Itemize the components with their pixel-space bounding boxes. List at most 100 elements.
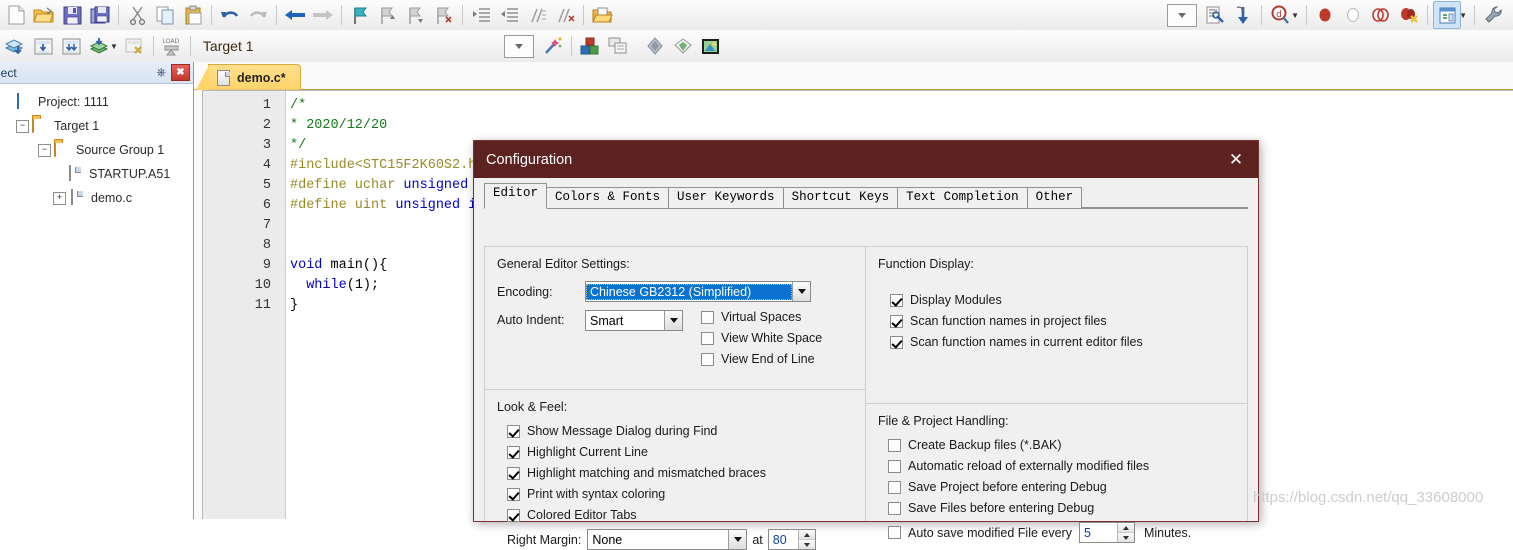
batch-build-icon[interactable] (86, 33, 112, 59)
copy-icon[interactable] (152, 2, 178, 28)
checkbox-auto-save-modified-file[interactable]: Auto save modified File every 5 Minutes. (888, 522, 1247, 543)
stepper-up-icon[interactable] (798, 530, 815, 540)
chevron-down-icon[interactable] (664, 311, 682, 330)
target-options-icon[interactable] (540, 33, 566, 59)
checkbox-save-project-before-debug[interactable]: Save Project before entering Debug (888, 480, 1247, 494)
checkbox-box[interactable] (890, 293, 903, 307)
comment-icon[interactable] (524, 2, 550, 28)
checkbox-highlight-current-line[interactable]: Highlight Current Line (507, 445, 865, 459)
indent-icon[interactable] (468, 2, 494, 28)
auto-indent-dropdown[interactable]: Smart (585, 310, 683, 331)
auto-save-interval-stepper[interactable]: 5 (1078, 522, 1135, 543)
checkbox-box[interactable] (888, 501, 901, 515)
configuration-icon[interactable] (1433, 1, 1462, 29)
cut-icon[interactable] (124, 2, 150, 28)
previous-bookmark-icon[interactable] (375, 2, 401, 28)
checkbox-display-modules[interactable]: Display Modules (890, 293, 1247, 307)
chevron-down-icon[interactable] (792, 282, 810, 301)
tree-item-project[interactable]: Project: 1111 (2, 90, 193, 114)
tab-text-completion[interactable]: Text Completion (897, 187, 1028, 208)
checkbox-colored-editor-tabs[interactable]: Colored Editor Tabs (507, 508, 865, 522)
tab-user-keywords[interactable]: User Keywords (668, 187, 784, 208)
collapse-toggle-icon[interactable]: − (38, 143, 51, 157)
stepper-down-icon[interactable] (1117, 533, 1134, 542)
checkbox-box[interactable] (507, 424, 520, 438)
collapse-toggle-icon[interactable]: − (16, 119, 29, 133)
open-file-icon[interactable] (31, 2, 57, 28)
save-all-icon[interactable] (87, 2, 113, 28)
navigate-forward-icon[interactable] (310, 2, 336, 28)
disable-breakpoint-icon[interactable] (1340, 2, 1366, 28)
stepper-down-icon[interactable] (798, 540, 815, 549)
pack-installer-icon[interactable] (642, 33, 668, 59)
tree-item-demo-c[interactable]: + demo.c (2, 186, 193, 210)
right-margin-dropdown[interactable]: None (587, 529, 748, 550)
tab-shortcut-keys[interactable]: Shortcut Keys (782, 187, 899, 208)
start-debug-icon[interactable] (1202, 2, 1228, 28)
right-margin-column-stepper[interactable]: 80 (767, 529, 816, 550)
disable-all-breakpoints-icon[interactable] (1368, 2, 1394, 28)
options-icon[interactable] (1480, 2, 1506, 28)
paste-icon[interactable] (180, 2, 206, 28)
insert-breakpoint-icon[interactable]: d (1267, 2, 1293, 28)
outdent-icon[interactable] (496, 2, 522, 28)
stepper-buttons[interactable] (797, 530, 815, 549)
checkbox-box[interactable] (507, 508, 520, 522)
download-icon[interactable]: LOAD (159, 33, 185, 59)
kill-all-breakpoints-icon[interactable] (1396, 2, 1422, 28)
translate-icon[interactable] (2, 33, 28, 59)
tab-other[interactable]: Other (1026, 187, 1083, 208)
tab-editor[interactable]: Editor (484, 183, 548, 209)
save-icon[interactable] (59, 2, 85, 28)
checkbox-box[interactable] (890, 335, 903, 349)
checkbox-box[interactable] (701, 310, 714, 324)
next-bookmark-icon[interactable] (403, 2, 429, 28)
build-icon[interactable] (30, 33, 56, 59)
checkbox-create-backup-files[interactable]: Create Backup files (*.BAK) (888, 438, 1247, 452)
breakpoint-icon[interactable] (1312, 2, 1338, 28)
checkbox-box[interactable] (890, 314, 903, 328)
checkbox-scan-function-names-editor[interactable]: Scan function names in current editor fi… (890, 335, 1247, 349)
select-software-packs-icon[interactable] (698, 33, 724, 59)
rebuild-icon[interactable] (58, 33, 84, 59)
checkbox-box[interactable] (888, 438, 901, 452)
tree-item-target[interactable]: − Target 1 (2, 114, 193, 138)
checkbox-save-files-before-debug[interactable]: Save Files before entering Debug (888, 501, 1247, 515)
navigate-back-icon[interactable] (282, 2, 308, 28)
chevron-down-icon[interactable] (728, 530, 747, 549)
encoding-dropdown[interactable]: Chinese GB2312 (Simplified) (585, 281, 811, 302)
toggle-bookmark-icon[interactable] (347, 2, 373, 28)
manage-components-icon[interactable] (577, 33, 603, 59)
stop-build-icon[interactable] (122, 33, 148, 59)
checkbox-box[interactable] (701, 331, 714, 345)
uncomment-icon[interactable] (552, 2, 578, 28)
debug-dropdown[interactable] (1167, 3, 1198, 27)
tree-item-startup-a51[interactable]: STARTUP.A51 (2, 162, 193, 186)
checkbox-box[interactable] (888, 526, 901, 539)
checkbox-view-white-space[interactable]: View White Space (701, 331, 822, 345)
close-icon[interactable]: ✖ (171, 64, 190, 81)
stepper-buttons[interactable] (1116, 523, 1134, 542)
tree-item-source-group[interactable]: − Source Group 1 (2, 138, 193, 162)
undo-icon[interactable] (217, 2, 243, 28)
manage-multiproject-icon[interactable] (605, 33, 631, 59)
open-documents-icon[interactable] (589, 2, 615, 28)
checkbox-box[interactable] (888, 480, 901, 494)
checkbox-box[interactable] (507, 445, 520, 459)
stepper-up-icon[interactable] (1117, 523, 1134, 533)
redo-icon[interactable] (245, 2, 271, 28)
checkbox-automatic-reload[interactable]: Automatic reload of externally modified … (888, 459, 1247, 473)
run-icon[interactable] (1230, 2, 1256, 28)
checkbox-scan-function-names-project[interactable]: Scan function names in project files (890, 314, 1247, 328)
checkbox-box[interactable] (507, 466, 520, 480)
checkbox-virtual-spaces[interactable]: Virtual Spaces (701, 310, 822, 324)
checkbox-box[interactable] (701, 352, 714, 366)
checkbox-box[interactable] (888, 459, 901, 473)
close-icon[interactable]: ✕ (1214, 141, 1258, 178)
tab-demo-c[interactable]: demo.c* (196, 64, 301, 90)
checkbox-highlight-matching-braces[interactable]: Highlight matching and mismatched braces (507, 466, 865, 480)
checkbox-print-with-syntax-coloring[interactable]: Print with syntax coloring (507, 487, 865, 501)
new-file-icon[interactable] (3, 2, 29, 28)
expand-toggle-icon[interactable]: + (53, 191, 66, 205)
pin-icon[interactable]: ⎈ (156, 65, 166, 80)
